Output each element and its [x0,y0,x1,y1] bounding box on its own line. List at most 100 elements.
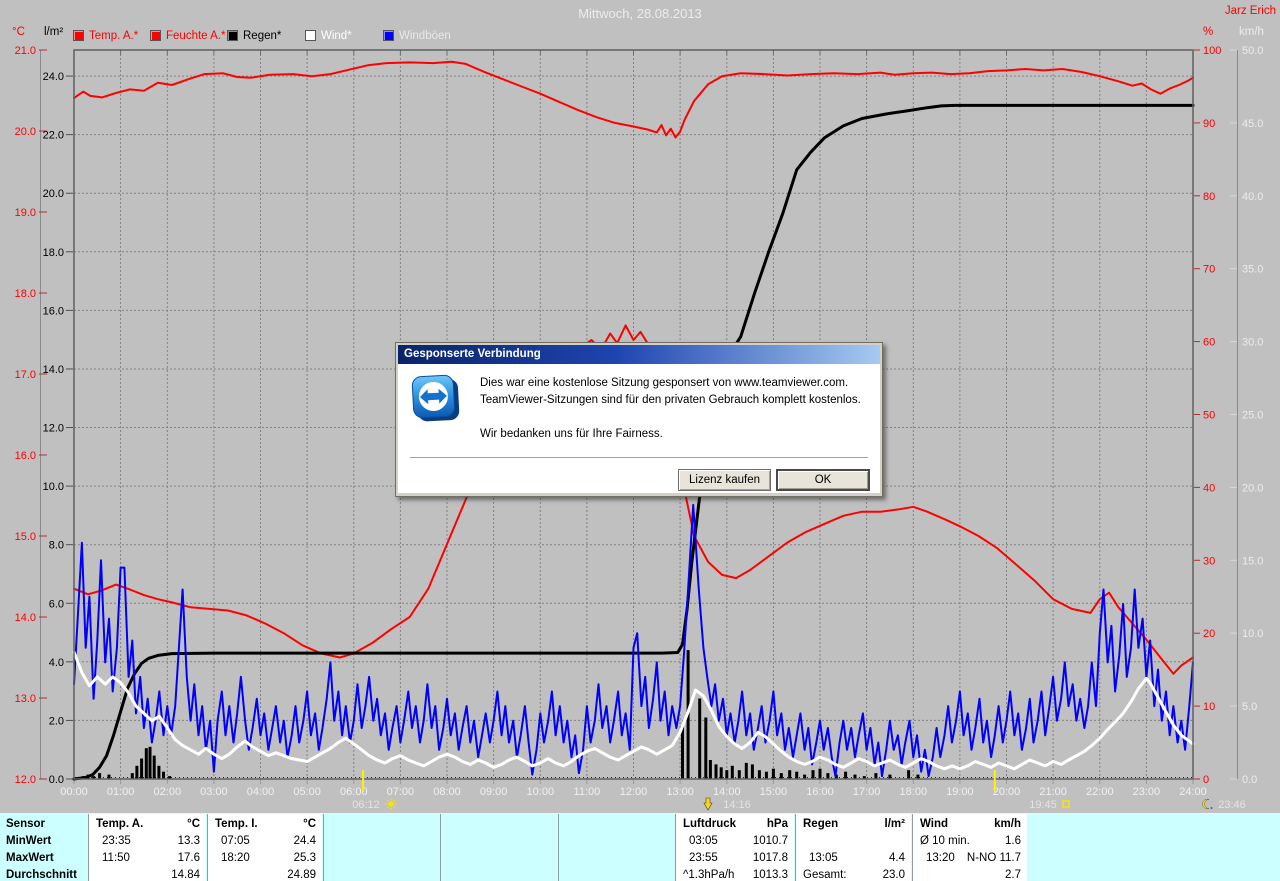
svg-text:18.0: 18.0 [43,247,64,259]
table-header-unit: l/m² [884,818,905,830]
dialog-message: Dies war eine kostenlose Sitzung gespons… [480,375,861,443]
table-column-separator [795,814,796,881]
page-title: Mittwoch, 28.08.2013 [578,6,702,21]
dialog-titlebar[interactable]: Gesponserte Verbindung [398,345,880,364]
table-column-separator [323,814,324,881]
svg-text:14.0: 14.0 [15,612,36,624]
svg-text:12:00: 12:00 [620,786,648,798]
svg-text:2.0: 2.0 [49,715,64,727]
svg-text:80: 80 [1203,191,1215,203]
legend-item-windb-en: Windböen [383,30,451,43]
table-column-separator [440,814,441,881]
svg-text:5.0: 5.0 [1242,701,1257,713]
svg-text:70: 70 [1203,264,1215,276]
table-header-unit: °C [303,818,316,830]
svg-text:0.0: 0.0 [49,774,64,786]
svg-text:40: 40 [1203,482,1215,494]
svg-text:19:00: 19:00 [946,786,974,798]
svg-text:18:00: 18:00 [900,786,928,798]
svg-text:23:46: 23:46 [1218,799,1246,811]
table-row-label: Sensor [6,818,45,830]
table-header-unit: hPa [766,818,788,830]
svg-text:10: 10 [1203,701,1215,713]
svg-text:10:00: 10:00 [527,786,555,798]
svg-text:20.0: 20.0 [43,188,64,200]
svg-text:24:00: 24:00 [1179,786,1207,798]
unit-label-wind: km/h [1239,26,1264,38]
table-row-label: MinWert [6,835,52,847]
ok-button[interactable]: OK [776,469,870,491]
legend-swatch [150,30,161,41]
table-column-separator [88,814,89,881]
svg-text:11:00: 11:00 [574,786,601,798]
table-cell-value: 2.7 [1005,869,1021,881]
legend-item-feuchte-a-: Feuchte A.* [150,30,225,43]
humidity-axis: 1009080706050403020100 [1194,45,1221,786]
legend-swatch [383,30,394,41]
svg-text:35.0: 35.0 [1242,264,1263,276]
svg-text:30: 30 [1203,555,1215,567]
table-cell-value: 24.89 [287,869,316,881]
svg-text:21:00: 21:00 [1039,786,1067,798]
table-column-separator [912,814,913,881]
legend-swatch [73,30,84,41]
lizenz-kaufen-button[interactable]: Lizenz kaufen [678,469,771,491]
svg-text:10.0: 10.0 [43,481,64,493]
svg-text:14:00: 14:00 [713,786,741,798]
legend-item-regen-: Regen* [227,30,281,43]
svg-text:0: 0 [1203,774,1209,786]
legend-item-temp-a-: Temp. A.* [73,30,138,43]
svg-text:100: 100 [1203,45,1221,57]
svg-text:8.0: 8.0 [49,540,64,552]
dialog-message-line: Dies war eine kostenlose Sitzung gespons… [480,377,849,389]
svg-text:13.0: 13.0 [15,693,36,705]
table-column-separator [558,814,559,881]
table-cell-value: 25.3 [293,852,316,864]
svg-text:25.0: 25.0 [1242,410,1263,422]
table-header-unit: km/h [994,818,1021,830]
svg-text:17:00: 17:00 [853,786,881,798]
svg-text:22.0: 22.0 [43,130,64,142]
svg-text:16.0: 16.0 [15,450,36,462]
svg-text:14:16: 14:16 [723,799,751,811]
x-axis-labels: 00:00 01:00 02:00 03:00 04:00 05:00 06:00 07:00… [60,786,1207,798]
table-row-label: MaxWert [6,852,54,864]
table-column-separator [675,814,676,881]
svg-text:06:12: 06:12 [352,799,380,811]
svg-text:30.0: 30.0 [1242,337,1263,349]
teamviewer-dialog: Gesponserte Verbindung Dies war eine kos… [395,342,883,497]
dialog-separator [410,457,868,459]
svg-text:07:00: 07:00 [387,786,415,798]
svg-text:16:00: 16:00 [806,786,834,798]
legend-label: Wind* [321,30,352,42]
svg-text:08:00: 08:00 [433,786,461,798]
table-cell-value: 14.84 [171,869,200,881]
svg-text:6.0: 6.0 [49,598,64,610]
svg-text:00:00: 00:00 [60,786,88,798]
svg-text:0.0: 0.0 [1242,774,1257,786]
table-cell-value: 23.0 [882,869,905,881]
svg-text:15.0: 15.0 [15,531,36,543]
svg-text:15.0: 15.0 [1242,555,1263,567]
weather-app-window: Mittwoch, 28.08.2013 Jarz Erich °C l/m² … [0,0,1280,881]
svg-text:02:00: 02:00 [154,786,182,798]
svg-text:18.0: 18.0 [15,288,36,300]
stats-table: Sensor MinWert MaxWert Durchschnitt Temp. A.… [0,813,1280,881]
legend-item-wind-: Wind* [305,30,352,43]
svg-text:13:00: 13:00 [666,786,694,798]
svg-text:50: 50 [1203,410,1215,422]
svg-text:20: 20 [1203,628,1215,640]
table-cell-value: 1017.8 [752,852,788,864]
unit-label-humidity: % [1203,26,1214,38]
svg-text:22:00: 22:00 [1086,786,1114,798]
svg-text:50.0: 50.0 [1242,45,1263,57]
svg-text:12.0: 12.0 [43,423,64,435]
svg-text:04:00: 04:00 [247,786,275,798]
table-cell-value: 4.4 [889,852,905,864]
table-cell-value: 1013.3 [752,869,788,881]
svg-text:24.0: 24.0 [43,71,64,83]
svg-text:15:00: 15:00 [760,786,788,798]
dialog-title-text: Gesponserte Verbindung [404,348,541,360]
svg-text:23:00: 23:00 [1133,786,1161,798]
svg-text:20:00: 20:00 [993,786,1021,798]
